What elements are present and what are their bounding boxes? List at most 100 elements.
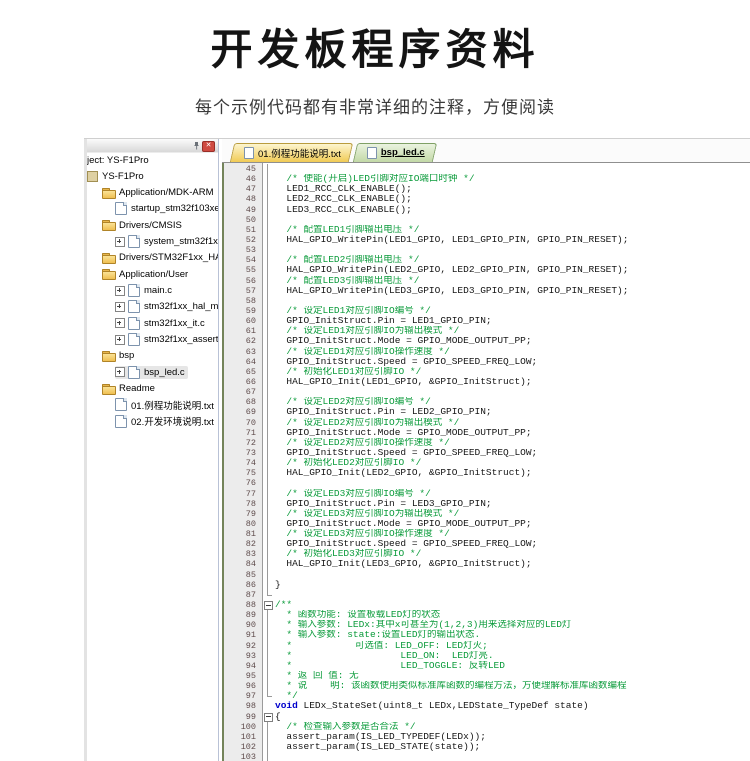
line-number: 99 xyxy=(224,712,262,722)
editor-tab-bar: 01.例程功能说明.txt bsp_led.c xyxy=(222,139,750,163)
code-text: LED3_RCC_CLK_ENABLE(); xyxy=(275,205,750,215)
code-line-58: 58 xyxy=(224,296,750,306)
pin-icon[interactable] xyxy=(192,141,201,150)
tree-item-02.-.txt[interactable]: 02.开发环境说明.txt xyxy=(87,413,218,429)
fold-margin xyxy=(262,387,275,397)
code-text: /* 配置LED1引脚输出电压 */ xyxy=(275,225,750,235)
code-line-46: 46 /* 使能(开启)LED引脚对应IO端口时钟 */ xyxy=(224,174,750,184)
tree-item-YS-F1Pro[interactable]: YS-F1Pro xyxy=(87,168,218,184)
code-line-85: 85 xyxy=(224,570,750,580)
tree-item-stm32f1xx_hal_msp.c[interactable]: stm32f1xx_hal_msp.c xyxy=(87,299,218,315)
tree-item-stm32f1xx_assert.c[interactable]: stm32f1xx_assert.c xyxy=(87,331,218,347)
tree-row: 01.例程功能说明.txt xyxy=(115,398,217,412)
file-icon xyxy=(128,333,140,346)
line-number: 65 xyxy=(224,367,262,377)
expand-plus-icon[interactable] xyxy=(115,367,125,377)
line-number: 45 xyxy=(224,164,262,174)
code-line-98: 98void LEDx_StateSet(uint8_t LEDx,LEDSta… xyxy=(224,701,750,711)
expand-plus-icon[interactable] xyxy=(115,335,125,345)
tree-item-Readme[interactable]: Readme xyxy=(87,380,218,396)
line-number: 51 xyxy=(224,225,262,235)
code-text: HAL_GPIO_Init(LED1_GPIO, &GPIO_InitStruc… xyxy=(275,377,750,387)
code-text: HAL_GPIO_WritePin(LED3_GPIO, LED3_GPIO_P… xyxy=(275,286,750,296)
fold-collapse-icon[interactable] xyxy=(262,712,275,722)
tree-item-Application-MDK-ARM[interactable]: Application/MDK-ARM xyxy=(87,184,218,200)
tree-row: YS-F1Pro xyxy=(89,171,147,182)
line-number: 62 xyxy=(224,336,262,346)
line-number: 87 xyxy=(224,590,262,600)
code-text: /** xyxy=(275,600,750,610)
code-text: GPIO_InitStruct.Mode = GPIO_MODE_OUTPUT_… xyxy=(275,519,750,529)
line-number: 58 xyxy=(224,296,262,306)
editor-tab-2[interactable]: bsp_led.c xyxy=(355,143,435,162)
expand-plus-icon[interactable] xyxy=(115,302,125,312)
fold-collapse-icon[interactable] xyxy=(262,600,275,610)
line-number: 67 xyxy=(224,387,262,397)
code-line-80: 80 GPIO_InitStruct.Mode = GPIO_MODE_OUTP… xyxy=(224,519,750,529)
expand-plus-icon[interactable] xyxy=(115,237,125,247)
code-text: assert_param(IS_LED_TYPEDEF(LEDx)); xyxy=(275,732,750,742)
ide-screenshot: ✕ ject: YS-F1Pro YS-F1ProApplication/MDK… xyxy=(84,138,750,761)
line-number: 85 xyxy=(224,570,262,580)
code-text: HAL_GPIO_WritePin(LED1_GPIO, LED1_GPIO_P… xyxy=(275,235,750,245)
editor-tab-1[interactable]: 01.例程功能说明.txt xyxy=(232,143,351,162)
line-number: 48 xyxy=(224,194,262,204)
code-text: GPIO_InitStruct.Pin = LED1_GPIO_PIN; xyxy=(275,316,750,326)
expand-plus-icon[interactable] xyxy=(115,318,125,328)
tree-row: Application/User xyxy=(102,269,191,280)
tree-row: stm32f1xx_hal_msp.c xyxy=(115,300,218,313)
code-line-59: 59 /* 设定LED1对应引脚IO编号 */ xyxy=(224,306,750,316)
tree-item-bsp[interactable]: bsp xyxy=(87,348,218,364)
code-line-69: 69 GPIO_InitStruct.Pin = LED2_GPIO_PIN; xyxy=(224,407,750,417)
line-number: 84 xyxy=(224,559,262,569)
code-text: * 输入参数: LEDx:其中x可甚至为(1,2,3)用来选择对应的LED灯 xyxy=(275,620,750,630)
tree-item-label: YS-F1Pro xyxy=(99,171,147,182)
page-subtitle: 每个示例代码都有非常详细的注释，方便阅读 xyxy=(0,93,750,118)
line-number: 55 xyxy=(224,265,262,275)
page-title: 开发板程序资料 xyxy=(0,16,750,77)
code-line-93: 93 * LED_ON: LED灯亮. xyxy=(224,651,750,661)
tree-item-01.-.txt[interactable]: 01.例程功能说明.txt xyxy=(87,397,218,413)
expand-plus-icon[interactable] xyxy=(115,286,125,296)
code-line-103: 103 xyxy=(224,752,750,761)
code-line-71: 71 GPIO_InitStruct.Mode = GPIO_MODE_OUTP… xyxy=(224,428,750,438)
file-icon xyxy=(115,202,127,215)
line-number: 61 xyxy=(224,326,262,336)
fold-margin xyxy=(262,742,275,752)
code-line-54: 54 /* 配置LED2引脚输出电压 */ xyxy=(224,255,750,265)
tree-item-bsp_led.c[interactable]: bsp_led.c xyxy=(87,364,218,380)
line-number: 90 xyxy=(224,620,262,630)
code-line-90: 90 * 输入参数: LEDx:其中x可甚至为(1,2,3)用来选择对应的LED… xyxy=(224,620,750,630)
tree-row: Drivers/STM32F1xx_HAL_Driver xyxy=(102,252,218,263)
code-text xyxy=(275,296,750,306)
line-number: 57 xyxy=(224,286,262,296)
tree-item-startup_stm32f103xe.s[interactable]: startup_stm32f103xe.s xyxy=(87,201,218,217)
code-editor[interactable]: 4546 /* 使能(开启)LED引脚对应IO端口时钟 */47 LED1_RC… xyxy=(222,163,750,761)
file-icon xyxy=(244,147,254,159)
line-number: 50 xyxy=(224,215,262,225)
code-text: /* 设定LED1对应引脚IO为输出模式 */ xyxy=(275,326,750,336)
code-text: /* 初始化LED2对应引脚IO */ xyxy=(275,458,750,468)
tree-item-Drivers-CMSIS[interactable]: Drivers/CMSIS xyxy=(87,217,218,233)
tree-item-label: Application/User xyxy=(116,269,191,280)
fold-margin xyxy=(262,620,275,630)
tree-item-system_stm32f1xx.c[interactable]: system_stm32f1xx.c xyxy=(87,233,218,249)
fold-margin xyxy=(262,448,275,458)
close-icon[interactable]: ✕ xyxy=(202,141,215,152)
fold-margin xyxy=(262,306,275,316)
line-number: 101 xyxy=(224,732,262,742)
code-text: HAL_GPIO_Init(LED3_GPIO, &GPIO_InitStruc… xyxy=(275,559,750,569)
code-line-99: 99{ xyxy=(224,712,750,722)
line-number: 72 xyxy=(224,438,262,448)
fold-margin xyxy=(262,286,275,296)
code-text xyxy=(275,245,750,255)
file-icon xyxy=(115,398,127,411)
tree-item-main.c[interactable]: main.c xyxy=(87,282,218,298)
code-text: */ xyxy=(275,691,750,701)
fold-margin xyxy=(262,641,275,651)
tree-item-Application-User[interactable]: Application/User xyxy=(87,266,218,282)
tree-item-Drivers-STM32F1xx_HAL_Driver[interactable]: Drivers/STM32F1xx_HAL_Driver xyxy=(87,250,218,266)
tab-label: bsp_led.c xyxy=(381,147,425,158)
tree-item-stm32f1xx_it.c[interactable]: stm32f1xx_it.c xyxy=(87,315,218,331)
code-text: HAL_GPIO_Init(LED2_GPIO, &GPIO_InitStruc… xyxy=(275,468,750,478)
